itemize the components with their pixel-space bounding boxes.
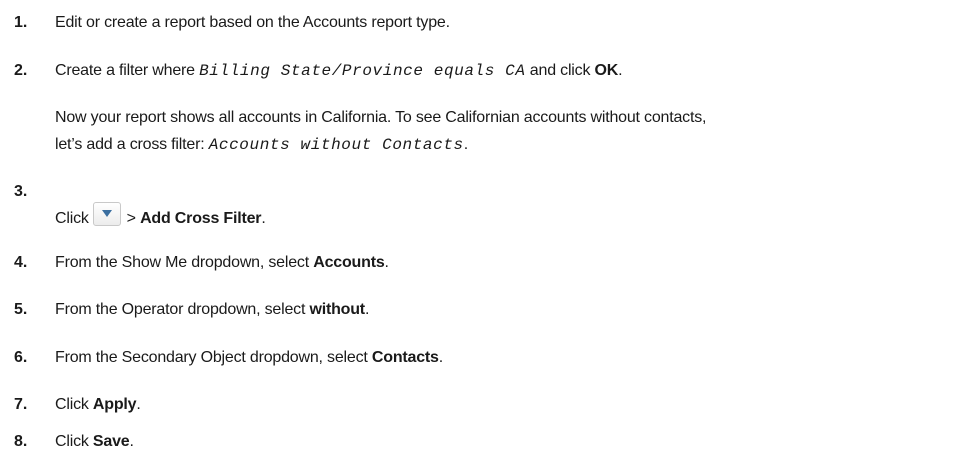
- step-number: 3.: [14, 183, 28, 200]
- step-text-suffix: .: [136, 396, 141, 413]
- add-cross-filter-label: Add Cross Filter: [140, 210, 262, 227]
- step-text-content: Edit or create a report based on the Acc…: [55, 14, 450, 31]
- step-text-middle: >: [126, 210, 141, 227]
- step-number: 5.: [14, 301, 28, 318]
- step-text-middle: and click: [525, 62, 595, 79]
- step-text-prefix: From the Operator dropdown, select: [55, 301, 310, 318]
- step-number: 7.: [14, 396, 28, 413]
- step-text: From the Show Me dropdown, select Accoun…: [55, 252, 389, 274]
- save-label: Save: [92, 433, 130, 450]
- step-text-suffix: .: [618, 62, 623, 79]
- step-text: From the Operator dropdown, select witho…: [55, 299, 369, 321]
- step-text-prefix: Click: [55, 396, 93, 413]
- note-line-2: let’s add a cross filter: Accounts witho…: [55, 131, 975, 159]
- step-number: 1.: [14, 14, 28, 31]
- step-text: Edit or create a report based on the Acc…: [55, 12, 450, 34]
- contacts-label: Contacts: [371, 349, 439, 366]
- note-line-2-prefix: let’s add a cross filter:: [55, 136, 209, 153]
- instruction-steps: 1. Edit or create a report based on the …: [0, 0, 978, 465]
- step-number: 2.: [14, 62, 28, 79]
- accounts-label: Accounts: [313, 254, 385, 271]
- dropdown-arrow-icon: [101, 210, 112, 217]
- step-text: From the Secondary Object dropdown, sele…: [55, 347, 443, 369]
- dropdown-button[interactable]: [92, 202, 121, 226]
- apply-label: Apply: [92, 396, 137, 413]
- note-line-1: Now your report shows all accounts in Ca…: [55, 109, 707, 126]
- step-text-prefix: Click: [55, 433, 93, 450]
- step-text-prefix: Click: [55, 210, 89, 227]
- step-text: Click > Add Cross Filter.: [55, 199, 266, 230]
- ok-label: OK: [594, 62, 619, 79]
- step-text-prefix: Create a filter where: [55, 62, 200, 79]
- step-text-suffix: .: [129, 433, 134, 450]
- step-number: 8.: [14, 433, 28, 450]
- step-2-note: Now your report shows all accounts in Ca…: [55, 104, 975, 159]
- step-text: Click Apply.: [55, 394, 141, 416]
- note-line-2-suffix: .: [463, 136, 468, 153]
- filter-code: Billing State/Province equals CA: [199, 62, 526, 80]
- step-text-suffix: .: [384, 254, 389, 271]
- step-text-prefix: From the Show Me dropdown, select: [55, 254, 314, 271]
- step-text-suffix: .: [438, 349, 444, 366]
- step-number: 4.: [14, 254, 28, 271]
- step-text-suffix: .: [261, 210, 266, 227]
- step-text: Click Save.: [55, 431, 134, 453]
- step-text: Create a filter where Billing State/Prov…: [55, 60, 623, 82]
- step-text-prefix: From the Secondary Object dropdown, sele…: [55, 349, 372, 366]
- step-text-suffix: .: [364, 301, 370, 318]
- without-label: without: [309, 301, 365, 318]
- cross-filter-code: Accounts without Contacts: [208, 136, 464, 154]
- step-number: 6.: [14, 349, 28, 366]
